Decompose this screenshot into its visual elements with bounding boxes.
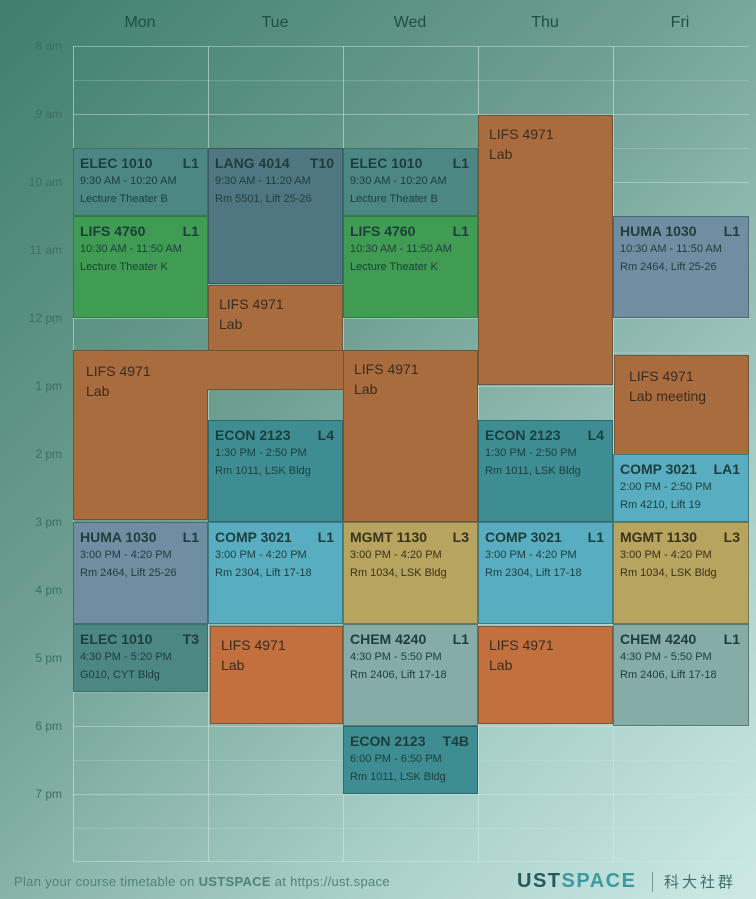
day-header-mon: Mon [124,14,156,31]
course-event[interactable]: COMP 3021 LA1 2:00 PM - 2:50 PM Rm 4210, L… [613,454,749,522]
time-label: 9 am [35,107,62,121]
day-header-fri: Fri [670,14,690,31]
course-event[interactable]: ELEC 1010 L1 9:30 AM - 10:20 AM Lecture Th… [343,148,478,216]
course-event[interactable]: LANG 4014 T10 9:30 AM - 11:20 AM Rm 5501, … [208,148,343,284]
course-event[interactable]: ELEC 1010 L1 9:30 AM - 10:20 AM Lecture Th… [73,148,208,216]
time-label: 1 pm [35,379,62,393]
course-event[interactable]: MGMT 1130 L3 3:00 PM - 4:20 PM Rm 1034, LS… [343,522,478,624]
footer-prefix: Plan your course timetable on [14,874,199,889]
course-event[interactable]: ELEC 1010 T3 4:30 PM - 5:20 PM G010, CYT B… [73,624,208,692]
custom-event-lab-bridge[interactable] [207,350,344,390]
footer-brand: USTSPACE [198,874,271,889]
custom-event-lab[interactable]: LIFS 4971 Lab [73,350,208,520]
time-label: 3 pm [35,515,62,529]
time-label: 12 pm [28,311,62,325]
custom-event-lab[interactable]: LIFS 4971 Lab [478,626,613,724]
course-event[interactable]: COMP 3021 L1 3:00 PM - 4:20 PM Rm 2304, Li… [208,522,343,624]
custom-event-lab-meeting[interactable]: LIFS 4971 Lab meeting [614,355,749,455]
time-label: 5 pm [35,651,62,665]
course-event[interactable]: CHEM 4240 L1 4:30 PM - 5:50 PM Rm 2406, Li… [343,624,478,726]
time-label: 11 am [29,243,62,257]
day-header-wed: Wed [393,14,427,31]
course-event[interactable]: ECON 2123 L4 1:30 PM - 2:50 PM Rm 1011, LS… [208,420,343,522]
course-event[interactable]: LIFS 4760 L1 10:30 AM - 11:50 AM Lecture T… [343,216,478,318]
course-event[interactable]: ECON 2123 L4 1:30 PM - 2:50 PM Rm 1011, LS… [478,420,613,522]
time-label: 10 am [28,175,62,189]
course-event[interactable]: CHEM 4240 L1 4:30 PM - 5:50 PM Rm 2406, Li… [613,624,749,726]
time-label: 6 pm [35,719,62,733]
time-label: 4 pm [35,583,62,597]
logo-divider [652,872,653,892]
custom-event-lab[interactable]: LIFS 4971 Lab [343,350,478,522]
ustspace-logo: USTSPACE [517,870,637,892]
course-event[interactable]: LIFS 4760 L1 10:30 AM - 11:50 AM Lecture T… [73,216,208,318]
time-label: 7 pm [35,787,62,801]
footer-suffix: at https://ust.space [270,874,390,889]
time-label: 8 am [35,39,62,53]
course-event[interactable]: MGMT 1130 L3 3:00 PM - 4:20 PM Rm 1034, LS… [613,522,749,624]
course-event[interactable]: HUMA 1030 L1 3:00 PM - 4:20 PM Rm 2464, Li… [73,522,208,624]
day-header-tue: Tue [261,14,289,31]
day-header-thu: Thu [531,14,559,31]
course-event[interactable]: ECON 2123 T4B 6:00 PM - 6:50 PM Rm 1011, L… [343,726,478,794]
time-label: 2 pm [35,447,62,461]
logo-chinese-text: 科大社群 [664,874,737,891]
custom-event-lab[interactable]: LIFS 4971 Lab [210,626,343,724]
custom-event-lab[interactable]: LIFS 4971 Lab [478,115,613,385]
footer-caption: Plan your course timetable on USTSPACE a… [14,874,390,889]
course-event[interactable]: HUMA 1030 L1 10:30 AM - 11:50 AM Rm 2464, … [613,216,749,318]
course-event[interactable]: COMP 3021 L1 3:00 PM - 4:20 PM Rm 2304, Li… [478,522,613,624]
